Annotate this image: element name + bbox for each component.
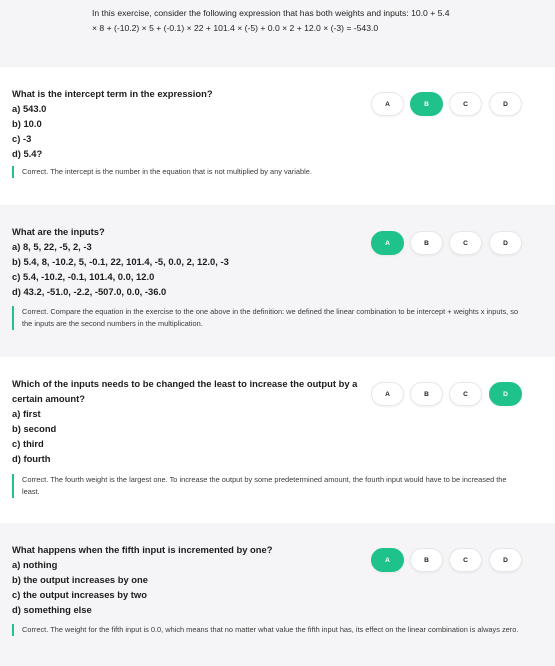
options-list: a) first b) second c) third d) fourth (12, 406, 56, 466)
intro-section: In this exercise, consider the following… (0, 0, 555, 67)
answer-button-b[interactable]: B (410, 231, 443, 255)
answer-button-d[interactable]: D (489, 92, 522, 116)
option-a: a) 543.0 (12, 103, 47, 114)
option-a: a) nothing (12, 559, 58, 570)
answer-button-c[interactable]: C (449, 382, 482, 406)
question-title: What are the inputs? (12, 226, 105, 237)
answer-button-c[interactable]: C (449, 92, 482, 116)
answer-button-b[interactable]: B (410, 548, 443, 572)
feedback-text: Correct. Compare the equation in the exe… (12, 306, 519, 330)
feedback-text: Correct. The fourth weight is the larges… (12, 474, 519, 498)
option-c: c) the output increases by two (12, 589, 147, 600)
option-b: b) 10.0 (12, 118, 42, 129)
answer-button-a[interactable]: A (371, 548, 404, 572)
answer-button-a[interactable]: A (371, 231, 404, 255)
options-list: a) nothing b) the output increases by on… (12, 557, 148, 617)
option-a: a) first (12, 408, 41, 419)
question-card-1: What is the intercept term in the expres… (0, 67, 555, 205)
feedback-text: Correct. The weight for the fifth input … (12, 624, 519, 636)
answer-button-c[interactable]: C (449, 548, 482, 572)
question-card-2: What are the inputs? a) 8, 5, 22, -5, 2,… (0, 205, 555, 357)
question-card-3: Which of the inputs needs to be changed … (0, 357, 555, 523)
option-d: d) 43.2, -51.0, -2.2, -507.0, 0.0, -36.0 (12, 286, 167, 297)
question-card-4: What happens when the fifth input is inc… (0, 523, 555, 666)
answer-button-d[interactable]: D (489, 382, 522, 406)
options-list: a) 8, 5, 22, -5, 2, -3 b) 5.4, 8, -10.2,… (12, 239, 229, 299)
answer-button-a[interactable]: A (371, 382, 404, 406)
option-b: b) second (12, 423, 57, 434)
intro-text: In this exercise, consider the following… (92, 8, 450, 33)
answer-button-d[interactable]: D (489, 231, 522, 255)
answer-button-b[interactable]: B (410, 382, 443, 406)
option-a: a) 8, 5, 22, -5, 2, -3 (12, 241, 92, 252)
option-c: c) 5.4, -10.2, -0.1, 101.4, 0.0, 12.0 (12, 271, 155, 282)
question-title: Which of the inputs needs to be changed … (12, 378, 358, 404)
answer-button-a[interactable]: A (371, 92, 404, 116)
option-b: b) the output increases by one (12, 574, 148, 585)
option-d: d) fourth (12, 453, 51, 464)
feedback-text: Correct. The intercept is the number in … (12, 166, 519, 178)
question-title: What is the intercept term in the expres… (12, 88, 213, 99)
answer-button-d[interactable]: D (489, 548, 522, 572)
answer-button-b[interactable]: B (410, 92, 443, 116)
option-b: b) 5.4, 8, -10.2, 5, -0.1, 22, 101.4, -5… (12, 256, 229, 267)
options-list: a) 543.0 b) 10.0 c) -3 d) 5.4? (12, 101, 46, 161)
option-c: c) third (12, 438, 44, 449)
option-d: d) 5.4? (12, 148, 43, 159)
answer-button-c[interactable]: C (449, 231, 482, 255)
question-title: What happens when the fifth input is inc… (12, 544, 273, 555)
option-c: c) -3 (12, 133, 32, 144)
option-d: d) something else (12, 604, 92, 615)
